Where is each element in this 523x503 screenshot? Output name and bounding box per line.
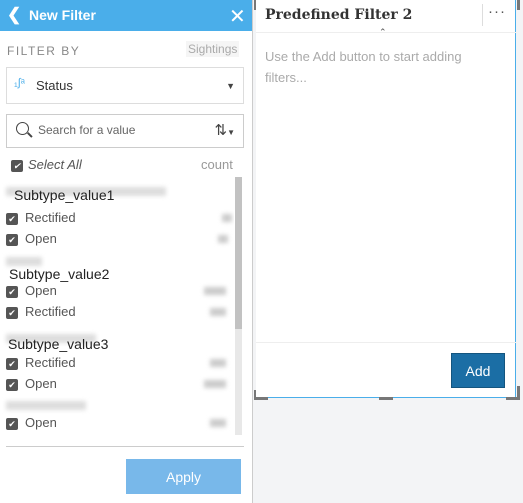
scrollbar-thumb[interactable]	[235, 177, 242, 329]
caret-down-icon: ▼	[226, 81, 235, 91]
count-header: count	[201, 157, 233, 172]
apply-button[interactable]: Apply	[126, 459, 241, 494]
list-item[interactable]: ✔ Rectified	[6, 355, 76, 370]
list-item[interactable]: ✔ Open	[6, 283, 57, 298]
divider	[6, 446, 244, 447]
panel-header: ❮ New Filter ✕	[0, 0, 252, 31]
select-all-checkbox[interactable]: ✔ Select All	[6, 157, 82, 172]
field-select-value: Status	[36, 78, 73, 93]
card-title: Predefined Filter 2	[265, 7, 413, 23]
select-all-label: Select All	[28, 157, 82, 172]
checkbox-checked-icon: ✔	[11, 159, 23, 172]
search-input[interactable]	[38, 123, 198, 137]
list-item[interactable]: ✔ Open	[6, 376, 57, 391]
group-heading: Subtype_value1	[14, 187, 115, 203]
group-heading: Subtype_value2	[9, 266, 110, 282]
chevron-up-icon[interactable]: ⌃	[379, 27, 387, 38]
add-button[interactable]: Add	[451, 353, 505, 388]
list-item[interactable]: ✔ Open	[6, 415, 57, 430]
resize-handle[interactable]	[254, 0, 256, 10]
resize-handle[interactable]	[517, 386, 520, 400]
group-heading: Subtype_value3	[8, 336, 109, 352]
value-list: Subtype_value1 ✔ Rectified ✔ Open Subtype_…	[0, 177, 234, 439]
list-item[interactable]: ✔ Rectified	[6, 304, 76, 319]
field-select[interactable]: ₁∫ᵃ Status ▼	[6, 67, 244, 104]
panel-title: New Filter	[29, 7, 96, 23]
scrollbar[interactable]	[235, 177, 242, 435]
ellipsis-icon[interactable]: ···	[488, 3, 506, 20]
list-item[interactable]: ✔ Rectified	[6, 210, 76, 225]
empty-message: Use the Add button to start adding filte…	[265, 49, 462, 85]
resize-handle[interactable]	[379, 397, 393, 400]
string-field-icon: ₁∫ᵃ	[14, 77, 25, 89]
resize-handle[interactable]	[517, 0, 520, 10]
list-item[interactable]: ✔ Open	[6, 231, 57, 246]
filter-panel: ❮ New Filter ✕ FILTER BY Sightings ₁∫ᵃ S…	[0, 0, 253, 503]
search-box: ⇅▼	[6, 114, 244, 148]
chevron-left-icon[interactable]: ❮	[7, 5, 21, 25]
search-icon	[16, 122, 29, 135]
dataset-label: Sightings	[186, 41, 240, 57]
filter-by-label: FILTER BY	[7, 44, 81, 58]
predefined-filter-card: Predefined Filter 2 ··· ⌃ Use the Add bu…	[254, 0, 520, 400]
resize-handle[interactable]	[256, 397, 268, 400]
sort-icon[interactable]: ⇅▼	[215, 121, 236, 139]
close-icon[interactable]: ✕	[229, 4, 246, 29]
